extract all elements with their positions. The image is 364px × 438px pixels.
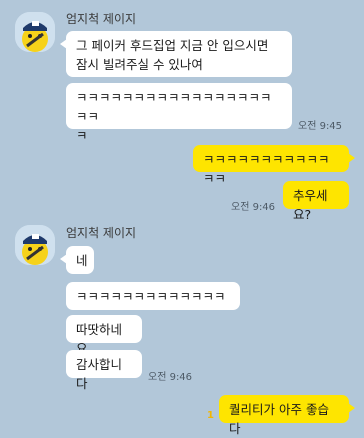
incoming-message-4: ㅋㅋㅋㅋㅋㅋㅋㅋㅋㅋㅋㅋㅋ — [66, 282, 240, 310]
incoming-message-1: 그 페이커 후드집업 지금 안 입으시면 잠시 빌려주실 수 있나여 — [60, 31, 292, 77]
outgoing-message-1: ㅋㅋㅋㅋㅋㅋㅋㅋㅋㅋㅋㅋㅋ — [193, 145, 355, 186]
message-timestamp: 오전 9:46 — [231, 202, 276, 213]
sender-avatar-icon[interactable] — [15, 225, 55, 265]
unread-count: 1 — [207, 410, 214, 421]
incoming-message-3: 네 — [60, 246, 94, 274]
sender-name: 엄지척 제이지 — [66, 226, 137, 240]
message-timestamp: 오전 9:46 — [148, 372, 193, 383]
incoming-message-6: 감사합니다 — [66, 350, 142, 391]
incoming-message-5: 따땃하네요 — [66, 315, 142, 356]
message-timestamp: 오전 9:45 — [298, 121, 343, 132]
sender-avatar-icon[interactable] — [15, 12, 55, 52]
incoming-message-2: ㅋㅋㅋㅋㅋㅋㅋㅋㅋㅋㅋㅋㅋㅋㅋㅋㅋㅋㅋ ㅋ — [66, 83, 292, 143]
outgoing-message-3: 퀄리티가 아주 좋습다 — [219, 395, 355, 436]
sender-name: 엄지척 제이지 — [66, 12, 137, 26]
outgoing-message-2: 추우세요? — [283, 181, 349, 222]
